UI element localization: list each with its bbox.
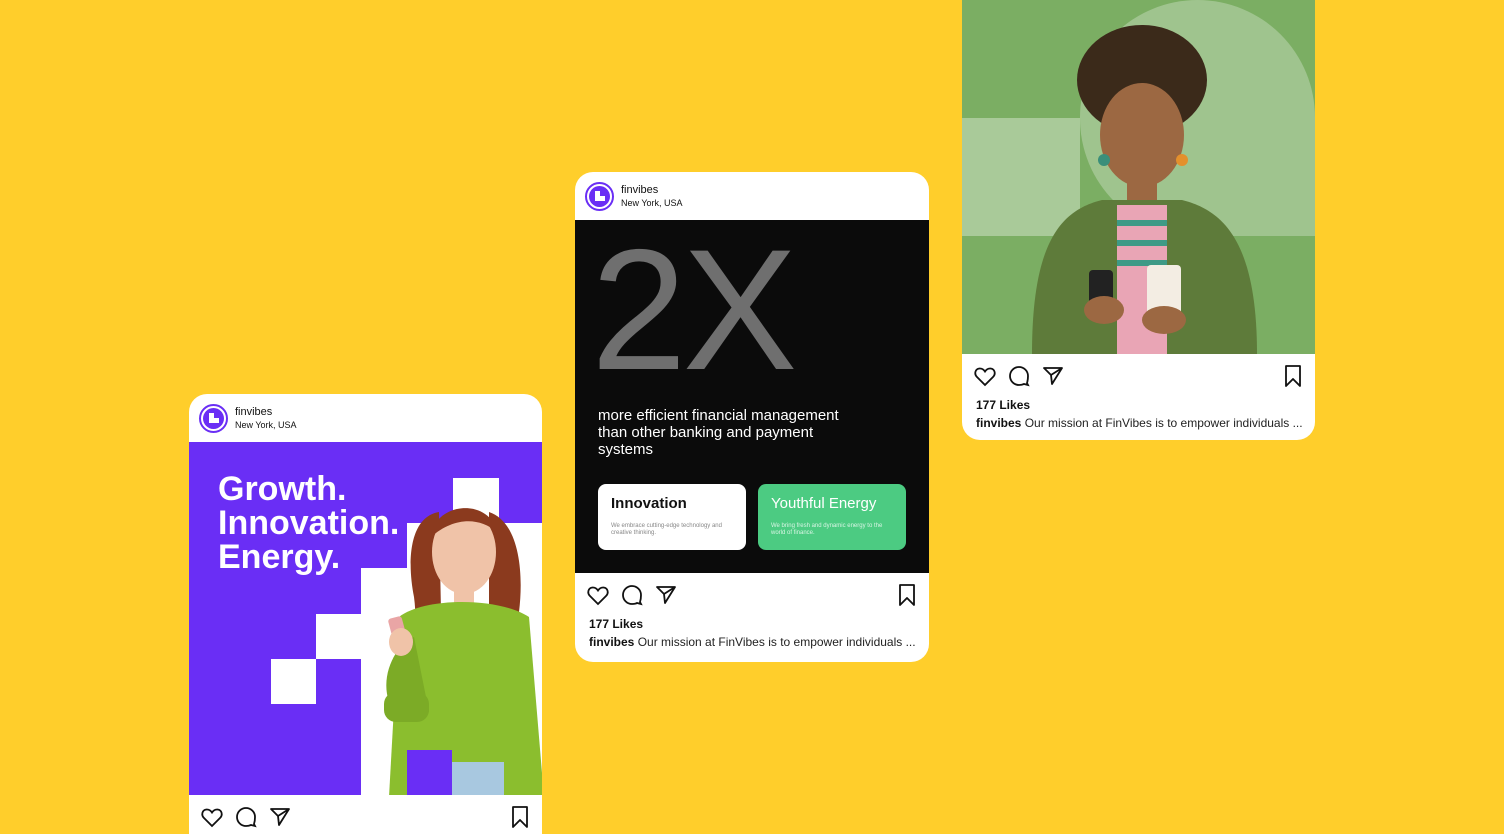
post-image[interactable]: [962, 0, 1315, 354]
comment-icon[interactable]: [1007, 364, 1031, 388]
finvibes-logo[interactable]: [199, 403, 228, 433]
post-image[interactable]: Growth. Innovation. Energy.: [189, 442, 542, 795]
account-location[interactable]: New York, USA: [621, 197, 683, 209]
likes-count[interactable]: 177 Likes: [962, 398, 1315, 416]
post-card-growth: finvibes New York, USA Growth. Innovatio…: [189, 394, 542, 834]
headline-line: Growth.: [218, 470, 347, 508]
post-caption[interactable]: finvibes Our mission at FinVibes is to e…: [575, 635, 929, 649]
stat-description: more efficient financial management than…: [598, 407, 839, 458]
caption-text: Our mission at FinVibes is to empower in…: [634, 635, 916, 649]
account-name[interactable]: finvibes: [235, 406, 297, 419]
account-name[interactable]: finvibes: [621, 184, 683, 197]
heart-icon[interactable]: [973, 364, 997, 388]
comment-icon[interactable]: [234, 805, 258, 829]
post-card-green: 177 Likes finvibes Our mission at FinVib…: [962, 0, 1315, 440]
caption-user[interactable]: finvibes: [589, 635, 634, 649]
bookmark-icon[interactable]: [1281, 364, 1305, 388]
share-icon[interactable]: [268, 805, 292, 829]
finvibes-logo[interactable]: [585, 181, 614, 211]
box-subtitle: We bring fresh and dynamic energy to the…: [771, 523, 883, 536]
headline-line: Innovation.: [218, 504, 400, 542]
account-location[interactable]: New York, USA: [235, 419, 297, 431]
post-image[interactable]: 2X more efficient financial management t…: [575, 220, 929, 573]
caption-text: Our mission at FinVibes is to empower in…: [1021, 416, 1303, 430]
big-stat: 2X: [591, 214, 797, 406]
post-header: finvibes New York, USA: [189, 394, 542, 442]
caption-user[interactable]: finvibes: [976, 416, 1021, 430]
bookmark-icon[interactable]: [895, 583, 919, 607]
post-actions: [575, 573, 929, 617]
share-icon[interactable]: [654, 583, 678, 607]
woman-photo: [1032, 25, 1257, 354]
headline-line: Energy.: [218, 538, 341, 576]
innovation-box: Innovation We embrace cutting-edge techn…: [598, 484, 746, 550]
post-header: finvibes New York, USA: [575, 172, 929, 220]
youthful-energy-box: Youthful Energy We bring fresh and dynam…: [758, 484, 906, 550]
post-card-2x: finvibes New York, USA 2X more efficient…: [575, 172, 929, 662]
heart-icon[interactable]: [586, 583, 610, 607]
box-subtitle: We embrace cutting-edge technology and c…: [611, 523, 722, 536]
bookmark-icon[interactable]: [508, 805, 532, 829]
share-icon[interactable]: [1041, 364, 1065, 388]
post-actions: [189, 795, 542, 834]
heart-icon[interactable]: [200, 805, 224, 829]
post-actions: [962, 354, 1315, 398]
post-caption[interactable]: finvibes Our mission at FinVibes is to e…: [962, 416, 1315, 430]
comment-icon[interactable]: [620, 583, 644, 607]
box-title: Youthful Energy: [771, 495, 877, 512]
headline: Growth. Innovation. Energy.: [218, 472, 399, 574]
likes-count[interactable]: 177 Likes: [575, 617, 929, 635]
box-title: Innovation: [611, 495, 687, 512]
